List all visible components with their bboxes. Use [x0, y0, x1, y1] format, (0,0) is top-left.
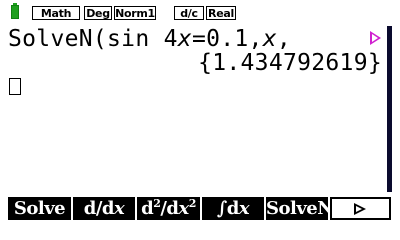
- calculation-area[interactable]: SolveN(sin 4x=0.1,x, {1.434792619}: [0, 24, 388, 194]
- f1-solve-button[interactable]: Solve: [8, 197, 71, 220]
- triangle-right-icon: [354, 203, 366, 215]
- expr-middle: =0.1,: [191, 26, 263, 52]
- calculator-screen: Math Deg Norm1 d/c Real SolveN(sin 4x=0.…: [0, 0, 400, 228]
- expr-variable: x: [177, 26, 192, 52]
- complex-mode-badge: Real: [206, 6, 236, 20]
- f4-label-var: x: [238, 198, 250, 219]
- function-key-bar: Solve d/dx d2/dx2 ∫dx SolveN: [0, 197, 400, 220]
- input-expression: SolveN(sin 4x=0.1,x,: [8, 26, 370, 52]
- f5-solven-button[interactable]: SolveN: [266, 197, 328, 220]
- f2-label-var: x: [114, 198, 125, 219]
- scrollbar[interactable]: [386, 24, 392, 194]
- f3-label-var: x: [178, 198, 190, 219]
- angle-unit-badge: Deg: [84, 6, 112, 20]
- expr-prefix: SolveN(sin 4: [8, 26, 178, 52]
- expr-variable: x: [262, 26, 277, 52]
- status-bar: Math Deg Norm1 d/c Real: [0, 0, 400, 24]
- fraction-format-badge: d/c: [174, 6, 204, 20]
- f3-sup: 2: [188, 197, 197, 210]
- f4-label-a: ∫d: [216, 198, 240, 219]
- f2-derivative-button[interactable]: d/dx: [73, 197, 135, 220]
- triangle-right-icon: [370, 31, 381, 45]
- input-mode-badge: Math: [32, 6, 80, 20]
- f2-label-a: d/d: [83, 198, 115, 219]
- battery-icon: [11, 3, 19, 19]
- expr-suffix: ,: [276, 26, 291, 52]
- scrollbar-thumb[interactable]: [387, 26, 392, 192]
- f3-second-derivative-button[interactable]: d2/dx2: [137, 197, 200, 220]
- result-output: {1.434792619}: [198, 50, 382, 76]
- f6-next-menu-button[interactable]: [330, 197, 391, 220]
- input-cursor[interactable]: [9, 78, 21, 95]
- f3-label-b: /d: [160, 198, 179, 219]
- display-format-badge: Norm1: [114, 6, 156, 20]
- f3-label-a: d: [141, 198, 154, 219]
- f4-integral-button[interactable]: ∫dx: [202, 197, 264, 220]
